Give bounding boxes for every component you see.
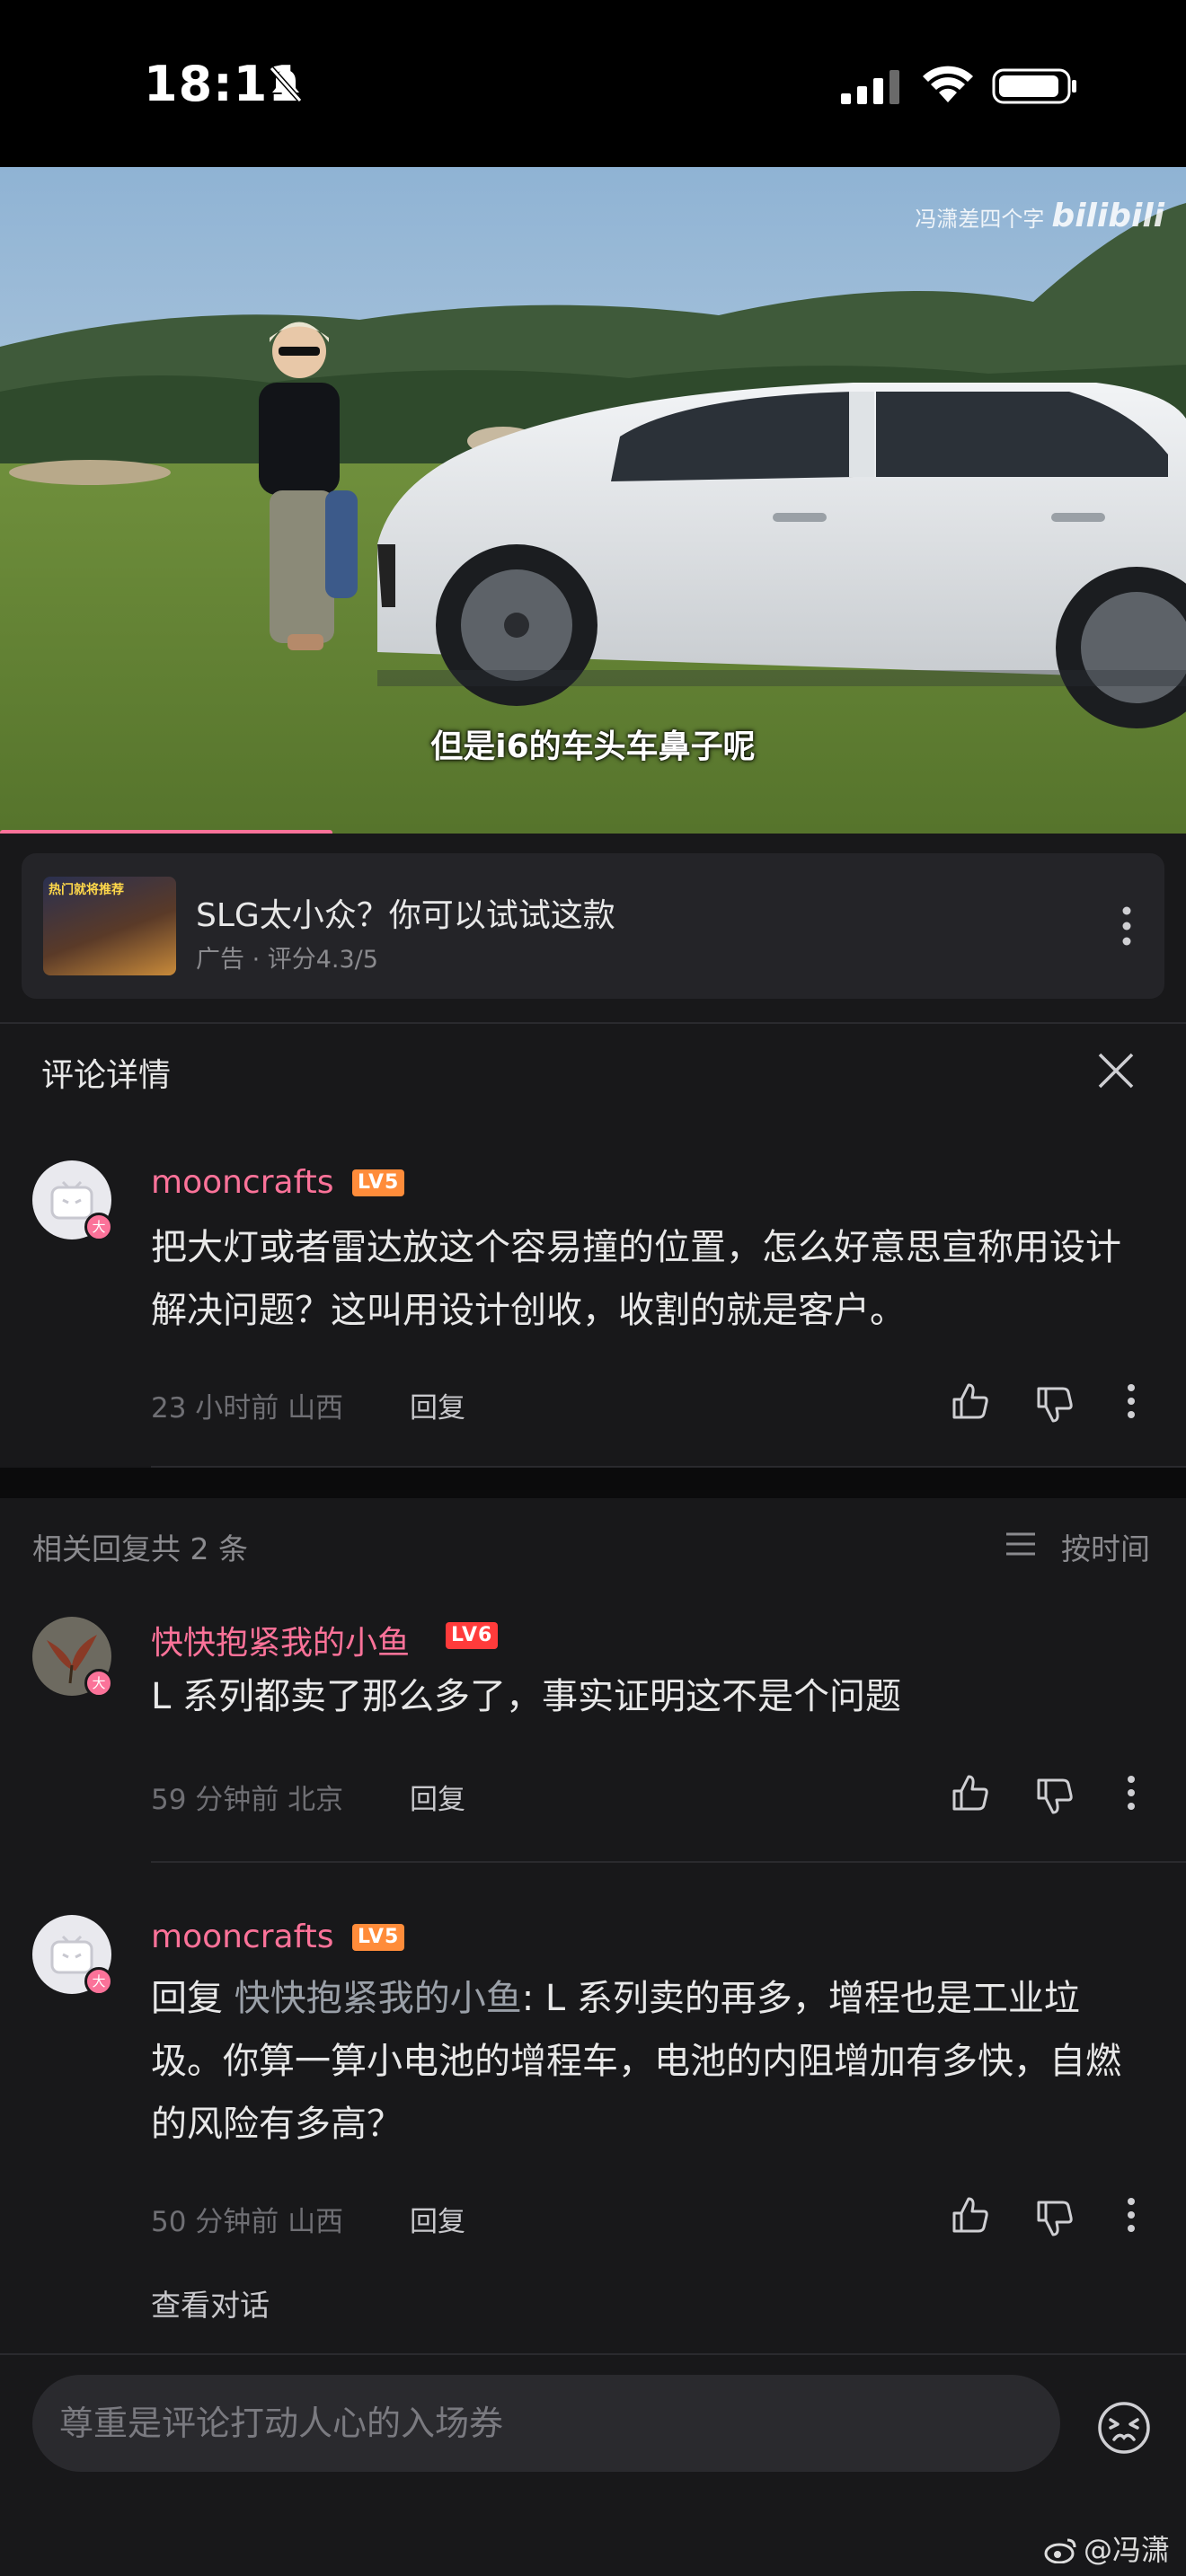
thumbs-up-icon[interactable] xyxy=(951,2195,990,2235)
reply-meta: 50 分钟前 山西 xyxy=(151,2206,344,2238)
vip-badge: 大 xyxy=(84,1967,113,1996)
level-badge: LV5 xyxy=(352,1924,405,1951)
reply-button[interactable]: 回复 xyxy=(410,1777,465,1817)
tv-avatar-icon xyxy=(50,1935,93,1974)
level-badge: LV5 xyxy=(352,1169,405,1196)
divider xyxy=(151,1861,1186,1863)
reply-text: L 系列都卖了那么多了，事实证明这不是个问题 xyxy=(151,1676,901,1717)
thumbs-up-icon[interactable] xyxy=(951,1381,990,1421)
avatar[interactable]: 大 xyxy=(32,1160,113,1241)
reply-username[interactable]: mooncrafts xyxy=(151,1919,334,1955)
ad-title: SLG太小众？你可以试试这款 xyxy=(196,897,615,934)
avatar[interactable]: 大 xyxy=(32,1617,113,1698)
thumbs-down-icon[interactable] xyxy=(1035,1777,1075,1816)
view-conversation-link[interactable]: 查看对话 xyxy=(151,2281,270,2325)
more-vertical-icon[interactable] xyxy=(1127,2197,1136,2233)
thumbs-down-icon[interactable] xyxy=(1035,2199,1075,2238)
reply-button[interactable]: 回复 xyxy=(410,1385,465,1425)
avatar[interactable]: 大 xyxy=(32,1915,113,1996)
level-badge: LV6 xyxy=(446,1622,499,1649)
sort-lines-icon[interactable] xyxy=(1005,1531,1037,1557)
comment-text: 把大灯或者雷达放这个容易撞的位置，怎么好意思宣称用设计解决问题？这叫用设计创收，… xyxy=(151,1227,1121,1331)
status-bar: 18:11 xyxy=(0,0,1186,167)
ad-card[interactable]: 热门就将推荐 SLG太小众？你可以试试这款 广告 · 评分4.3/5 xyxy=(22,853,1164,999)
cellular-signal-icon xyxy=(841,70,899,104)
reply-username[interactable]: 快快抱紧我的小鱼 xyxy=(151,1617,410,1663)
thumbs-down-icon[interactable] xyxy=(1035,1385,1075,1425)
section-separator xyxy=(0,1468,1186,1498)
comment-username[interactable]: mooncrafts xyxy=(151,1164,334,1201)
thumbs-up-icon[interactable] xyxy=(951,1773,990,1813)
close-icon[interactable] xyxy=(1096,1051,1136,1090)
comment-input-bar: 尊重是评论打动人心的入场券 @冯潇 xyxy=(0,2353,1186,2576)
emoji-icon[interactable] xyxy=(1096,2400,1152,2456)
reply-text: 回复 快快抱紧我的小鱼: L 系列卖的再多，增程也是工业垃圾。你算一算小电池的增… xyxy=(151,1978,1121,2145)
replies-count-label: 相关回复共 2 条 xyxy=(32,1531,248,1566)
more-vertical-icon[interactable] xyxy=(1127,1383,1136,1419)
weibo-credit: @冯潇 xyxy=(1044,2527,1170,2569)
video-player[interactable]: 冯潇差四个字 bilibili 但是i6的车头车鼻子呢 xyxy=(0,167,1186,834)
panel-title: 评论详情 xyxy=(41,1057,172,1094)
reply-button[interactable]: 回复 xyxy=(410,2199,465,2239)
sort-by-time-button[interactable]: 按时间 xyxy=(1061,1525,1150,1568)
comment-detail-panel: 评论详情 大 mooncrafts LV5 把大灯或者雷达放这个容易撞的位置，怎… xyxy=(0,1022,1186,2576)
ad-section: 热门就将推荐 SLG太小众？你可以试试这款 广告 · 评分4.3/5 xyxy=(0,834,1186,1022)
wifi-icon xyxy=(923,66,973,102)
tv-avatar-icon xyxy=(50,1180,93,1220)
reply-meta: 59 分钟前 北京 xyxy=(151,1784,344,1816)
vip-badge: 大 xyxy=(84,1213,113,1241)
bell-muted-icon xyxy=(269,66,303,102)
mention-link[interactable]: 快快抱紧我的小鱼 xyxy=(235,1978,522,2019)
ad-subtitle: 广告 · 评分4.3/5 xyxy=(196,946,378,974)
more-vertical-icon[interactable] xyxy=(1121,905,1132,947)
more-vertical-icon[interactable] xyxy=(1127,1775,1136,1811)
comment-meta: 23 小时前 山西 xyxy=(151,1392,344,1425)
weibo-logo-icon xyxy=(1044,2536,1078,2564)
ad-thumbnail: 热门就将推荐 xyxy=(43,877,176,975)
comment-input[interactable]: 尊重是评论打动人心的入场券 xyxy=(32,2375,1060,2472)
vip-badge: 大 xyxy=(84,1669,113,1698)
video-subtitle: 但是i6的车头车鼻子呢 xyxy=(430,728,756,765)
video-watermark: 冯潇差四个字 bilibili xyxy=(915,198,1164,234)
battery-icon xyxy=(992,68,1076,104)
